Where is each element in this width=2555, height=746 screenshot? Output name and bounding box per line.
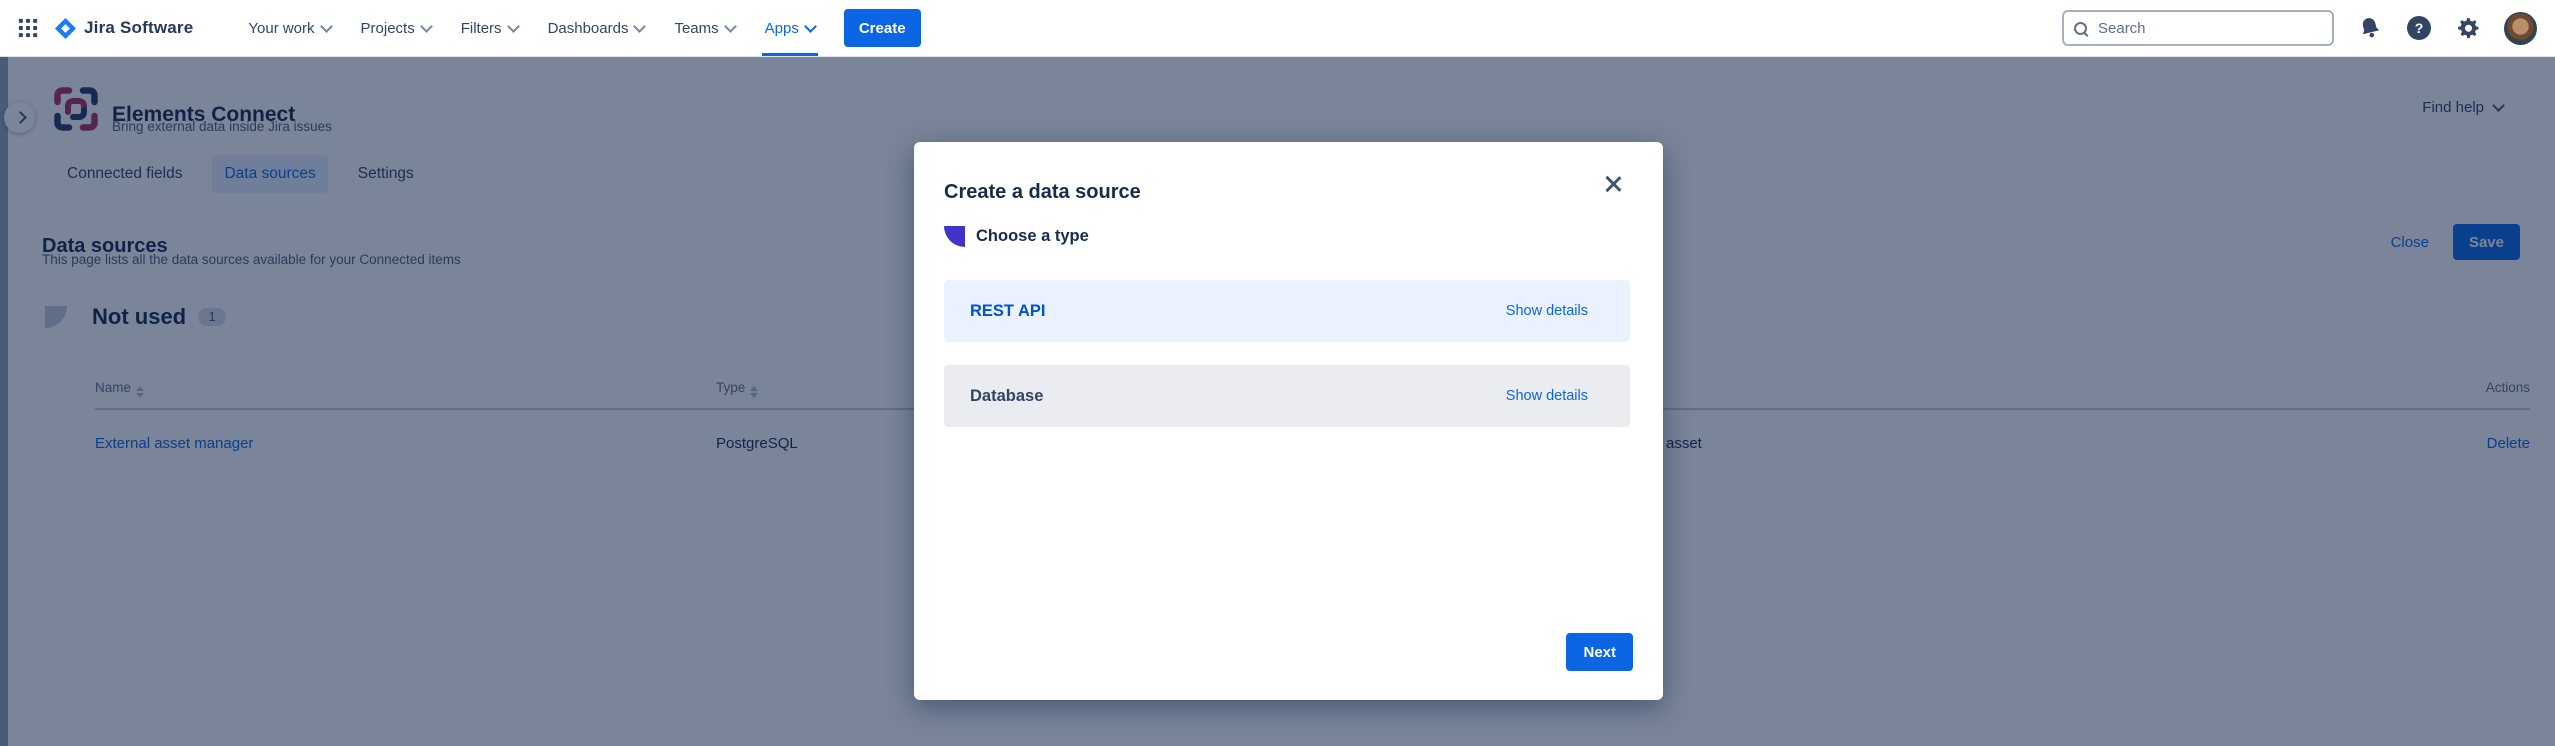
next-button[interactable]: Next — [1566, 633, 1633, 671]
top-navigation-bar: Jira Software Your work Projects Filters… — [0, 0, 2555, 57]
user-avatar[interactable] — [2504, 12, 2537, 45]
search-icon — [2074, 22, 2087, 35]
primary-nav: Your work Projects Filters Dashboards Te… — [233, 0, 829, 56]
nav-item-teams[interactable]: Teams — [659, 0, 749, 56]
chevron-down-icon — [724, 20, 737, 33]
app-switcher-icon[interactable] — [16, 16, 40, 40]
global-search[interactable] — [2062, 10, 2334, 46]
nav-item-filters[interactable]: Filters — [446, 0, 533, 56]
nav-item-your-work[interactable]: Your work — [233, 0, 345, 56]
chevron-down-icon — [420, 20, 433, 33]
chevron-down-icon — [634, 20, 647, 33]
show-details-link[interactable]: Show details — [1506, 303, 1588, 319]
settings-button[interactable] — [2455, 15, 2481, 41]
nav-item-label: Your work — [248, 20, 314, 37]
nav-item-projects[interactable]: Projects — [346, 0, 446, 56]
chevron-down-icon — [507, 20, 520, 33]
jira-diamond-icon — [54, 17, 77, 40]
option-label: Database — [970, 387, 1043, 406]
nav-item-label: Teams — [674, 20, 718, 37]
create-button[interactable]: Create — [844, 9, 921, 47]
jira-logo[interactable]: Jira Software — [54, 17, 193, 40]
option-rest-api[interactable]: REST API Show details — [944, 280, 1630, 342]
step-label: Choose a type — [976, 227, 1089, 246]
nav-item-label: Apps — [765, 20, 799, 37]
close-icon[interactable] — [1603, 174, 1623, 194]
product-name: Jira Software — [84, 18, 193, 38]
modal-title: Create a data source — [944, 181, 1141, 204]
create-data-source-modal: Create a data source Choose a type REST … — [914, 142, 1663, 700]
nav-item-apps[interactable]: Apps — [750, 0, 830, 56]
help-button[interactable]: ? — [2406, 15, 2432, 41]
nav-item-label: Projects — [361, 20, 415, 37]
nav-item-label: Filters — [461, 20, 502, 37]
chevron-down-icon — [804, 20, 817, 33]
nav-item-dashboards[interactable]: Dashboards — [533, 0, 660, 56]
nav-left-cluster: Jira Software Your work Projects Filters… — [0, 0, 921, 56]
grid-icon — [17, 17, 39, 39]
search-input[interactable] — [2096, 19, 2322, 38]
question-mark-icon: ? — [2407, 16, 2431, 40]
option-database[interactable]: Database Show details — [944, 365, 1630, 427]
step-quarter-icon — [944, 226, 965, 247]
gear-icon — [2456, 16, 2481, 41]
option-label: REST API — [970, 302, 1045, 321]
nav-right-cluster: ? — [2062, 10, 2555, 46]
notifications-button[interactable] — [2357, 15, 2383, 41]
nav-item-label: Dashboards — [548, 20, 629, 37]
bell-icon — [2355, 13, 2384, 42]
chevron-down-icon — [320, 20, 333, 33]
choose-type-step: Choose a type — [944, 226, 1089, 247]
show-details-link[interactable]: Show details — [1506, 388, 1588, 404]
